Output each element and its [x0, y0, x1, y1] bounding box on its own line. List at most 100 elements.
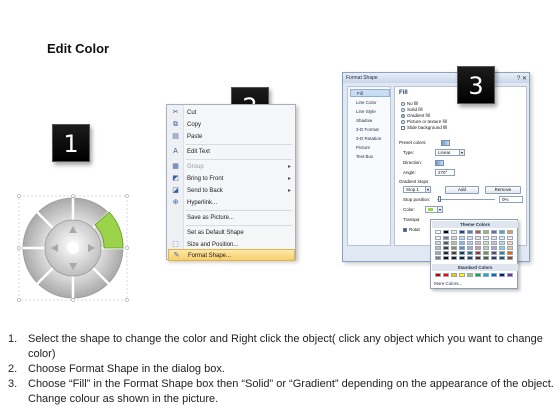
theme-color-shade-swatch[interactable] — [443, 241, 449, 245]
theme-color-shade-swatch[interactable] — [475, 246, 481, 250]
theme-color-shade-swatch[interactable] — [507, 236, 513, 240]
theme-color-shade-swatch[interactable] — [499, 251, 505, 255]
stop-position-input[interactable]: 0% — [499, 196, 523, 203]
nav-3d-rotation[interactable]: 3-D Rotation — [350, 135, 390, 143]
theme-color-shade-swatch[interactable] — [467, 246, 473, 250]
standard-color-swatch[interactable] — [443, 273, 449, 277]
theme-color-swatch[interactable] — [467, 230, 473, 234]
theme-color-shade-swatch[interactable] — [435, 241, 441, 245]
theme-color-swatch[interactable] — [491, 230, 497, 234]
standard-color-swatch[interactable] — [451, 273, 457, 277]
theme-color-shade-swatch[interactable] — [507, 251, 513, 255]
theme-color-shade-swatch[interactable] — [475, 236, 481, 240]
theme-color-shade-swatch[interactable] — [443, 246, 449, 250]
theme-color-shade-swatch[interactable] — [451, 236, 457, 240]
theme-color-swatch[interactable] — [475, 230, 481, 234]
theme-color-swatch[interactable] — [443, 230, 449, 234]
theme-color-shade-swatch[interactable] — [499, 246, 505, 250]
standard-color-swatch[interactable] — [435, 273, 441, 277]
menu-item-group[interactable]: ▦ Group ▸ — [168, 161, 295, 173]
menu-item-hyperlink[interactable]: ⊕ Hyperlink... — [168, 197, 295, 209]
more-colors-link[interactable]: More Colors... — [434, 281, 462, 286]
standard-color-swatch[interactable] — [467, 273, 473, 277]
theme-color-shade-swatch[interactable] — [499, 241, 505, 245]
theme-color-shade-swatch[interactable] — [491, 251, 497, 255]
menu-item-format-shape[interactable]: ✎ Format Shape... — [168, 249, 295, 261]
add-stop-button[interactable]: Add — [445, 186, 479, 194]
theme-color-shade-swatch[interactable] — [491, 246, 497, 250]
close-icon[interactable]: ? ✕ — [517, 74, 527, 84]
menu-item-edit-text[interactable]: A Edit Text — [168, 146, 295, 158]
theme-color-shade-swatch[interactable] — [491, 256, 497, 260]
theme-color-shade-swatch[interactable] — [475, 251, 481, 255]
theme-color-shade-swatch[interactable] — [483, 251, 489, 255]
nav-shadow[interactable]: Shadow — [350, 117, 390, 125]
stop-select[interactable]: Stop 1 ▾ — [403, 186, 431, 193]
nav-text-box[interactable]: Text Box — [350, 153, 390, 161]
menu-item-send-to-back[interactable]: ◪ Send to Back ▸ — [168, 185, 295, 197]
nav-line-color[interactable]: Line Color — [350, 99, 390, 107]
theme-color-shade-swatch[interactable] — [451, 251, 457, 255]
menu-item-save-as-picture[interactable]: Save as Picture... — [168, 212, 295, 224]
theme-color-shade-swatch[interactable] — [467, 251, 473, 255]
theme-color-shade-swatch[interactable] — [499, 236, 505, 240]
menu-item-set-default-shape[interactable]: Set as Default Shape — [168, 227, 295, 239]
nav-fill[interactable]: Fill — [350, 89, 390, 97]
theme-color-shade-swatch[interactable] — [483, 246, 489, 250]
menu-item-copy[interactable]: ⧉ Copy — [168, 119, 295, 131]
theme-color-shade-swatch[interactable] — [435, 236, 441, 240]
theme-color-shade-swatch[interactable] — [459, 246, 465, 250]
theme-color-swatch[interactable] — [499, 230, 505, 234]
theme-color-shade-swatch[interactable] — [459, 256, 465, 260]
theme-color-shade-swatch[interactable] — [467, 241, 473, 245]
theme-color-shade-swatch[interactable] — [483, 241, 489, 245]
slider-thumb[interactable] — [438, 196, 441, 202]
theme-color-swatch[interactable] — [507, 230, 513, 234]
standard-color-swatch[interactable] — [459, 273, 465, 277]
stop-position-slider[interactable] — [437, 199, 495, 200]
theme-color-shade-swatch[interactable] — [435, 256, 441, 260]
standard-color-swatch[interactable] — [491, 273, 497, 277]
theme-color-shade-swatch[interactable] — [443, 236, 449, 240]
direction-picker[interactable] — [435, 160, 444, 166]
remove-stop-button[interactable]: Remove — [485, 186, 521, 194]
preset-colors-picker[interactable] — [441, 140, 450, 146]
theme-color-shade-swatch[interactable] — [459, 236, 465, 240]
color-picker-button[interactable]: ▾ — [425, 206, 443, 213]
menu-item-paste[interactable]: ▤ Paste — [168, 131, 295, 143]
menu-item-cut[interactable]: ✂ Cut — [168, 107, 295, 119]
theme-color-shade-swatch[interactable] — [475, 256, 481, 260]
theme-color-shade-swatch[interactable] — [451, 241, 457, 245]
nav-line-style[interactable]: Line Style — [350, 108, 390, 116]
theme-color-swatch[interactable] — [435, 230, 441, 234]
rotate-with-shape-checkbox[interactable]: Rotat — [403, 227, 420, 233]
theme-color-shade-swatch[interactable] — [507, 241, 513, 245]
option-slide-background-fill[interactable]: Slide background fill — [401, 125, 447, 131]
segmented-ring-shape[interactable] — [15, 192, 135, 304]
theme-color-shade-swatch[interactable] — [499, 256, 505, 260]
type-select[interactable]: Linear ▾ — [435, 149, 465, 156]
theme-color-shade-swatch[interactable] — [491, 236, 497, 240]
nav-picture[interactable]: Picture — [350, 144, 390, 152]
standard-color-swatch[interactable] — [483, 273, 489, 277]
theme-color-shade-swatch[interactable] — [467, 256, 473, 260]
theme-color-shade-swatch[interactable] — [483, 236, 489, 240]
standard-color-swatch[interactable] — [475, 273, 481, 277]
standard-color-swatch[interactable] — [507, 273, 513, 277]
nav-3d-format[interactable]: 3-D Format — [350, 126, 390, 134]
theme-color-shade-swatch[interactable] — [507, 246, 513, 250]
theme-color-swatch[interactable] — [451, 230, 457, 234]
theme-color-shade-swatch[interactable] — [443, 251, 449, 255]
theme-color-shade-swatch[interactable] — [435, 251, 441, 255]
theme-color-shade-swatch[interactable] — [507, 256, 513, 260]
theme-color-swatch[interactable] — [459, 230, 465, 234]
menu-item-bring-to-front[interactable]: ◩ Bring to Front ▸ — [168, 173, 295, 185]
theme-color-shade-swatch[interactable] — [467, 236, 473, 240]
theme-color-shade-swatch[interactable] — [491, 241, 497, 245]
theme-color-shade-swatch[interactable] — [451, 246, 457, 250]
theme-color-shade-swatch[interactable] — [459, 241, 465, 245]
theme-color-shade-swatch[interactable] — [459, 251, 465, 255]
theme-color-shade-swatch[interactable] — [451, 256, 457, 260]
standard-color-swatch[interactable] — [499, 273, 505, 277]
angle-input[interactable]: 270° — [435, 169, 455, 176]
